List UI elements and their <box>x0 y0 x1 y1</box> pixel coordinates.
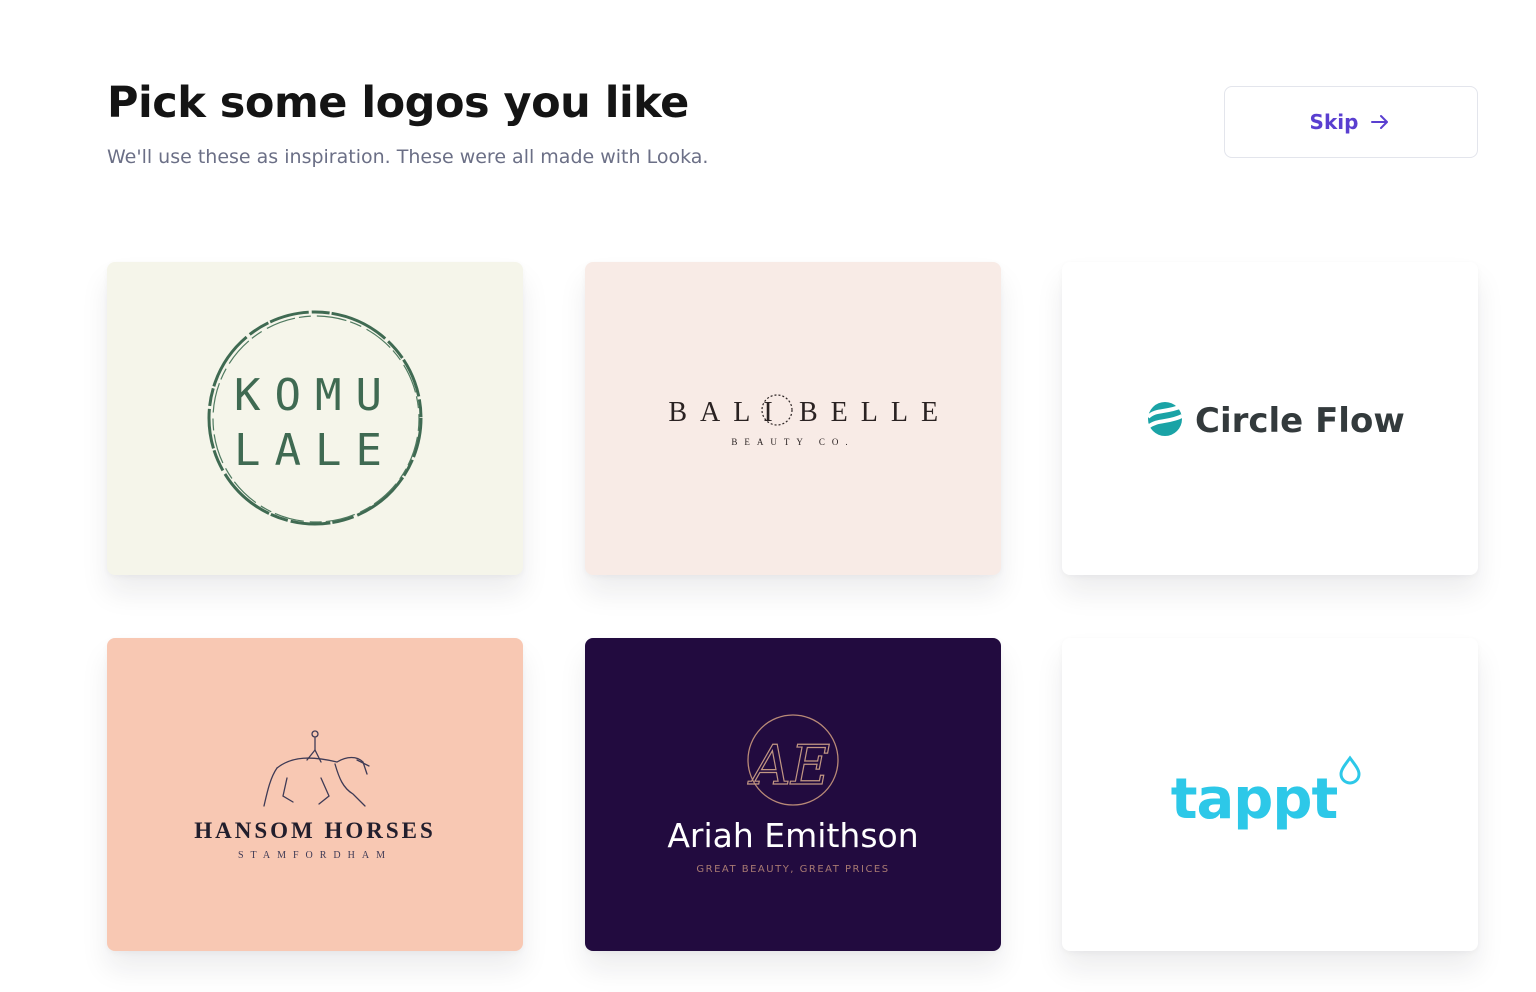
logo-card-tappt[interactable]: tappt <box>1062 638 1478 951</box>
bali-belle-word2: BELLE <box>799 397 951 428</box>
komu-lale-line2: LALE <box>234 425 396 476</box>
tappt-name: tappt <box>1171 767 1338 832</box>
page-title: Pick some logos you like <box>107 78 689 128</box>
ariah-monogram: AE <box>747 734 830 797</box>
hansom-horses-tagline: STAMFORDHAM <box>238 850 392 861</box>
komu-lale-line1: KOMU <box>234 370 396 421</box>
logo-card-ariah-emithson[interactable]: AE Ariah Emithson GREAT BEAUTY, GREAT PR… <box>585 638 1001 951</box>
logo-card-komu-lale[interactable]: KOMU LALE <box>107 262 523 575</box>
drop-icon <box>1339 755 1361 785</box>
ariah-emithson-name: Ariah Emithson <box>667 816 918 855</box>
circle-flow-logo: Circle Flow <box>1146 401 1405 441</box>
komu-lale-logo: KOMU LALE <box>207 310 423 526</box>
circle-flow-name: Circle Flow <box>1195 401 1405 441</box>
circle-flow-icon <box>1146 402 1183 436</box>
logo-card-circle-flow[interactable]: Circle Flow <box>1062 262 1478 575</box>
skip-label: Skip <box>1309 110 1359 134</box>
page-subtitle: We'll use these as inspiration. These we… <box>107 146 709 168</box>
logo-card-hansom-horses[interactable]: HANSOM HORSES STAMFORDHAM <box>107 638 523 951</box>
arrow-right-icon <box>1368 110 1392 134</box>
bali-belle-tagline: BEAUTY CO. <box>731 437 854 447</box>
skip-button[interactable]: Skip <box>1224 86 1478 158</box>
tappt-logo: tappt <box>1171 755 1361 832</box>
horse-rider-icon <box>263 730 370 807</box>
bali-belle-word1: BALI <box>668 397 785 428</box>
hansom-horses-name: HANSOM HORSES <box>194 818 436 843</box>
logo-card-bali-belle[interactable]: BALI BELLE BEAUTY CO. <box>585 262 1001 575</box>
ariah-emithson-logo: AE Ariah Emithson GREAT BEAUTY, GREAT PR… <box>667 714 919 875</box>
ariah-emithson-tagline: GREAT BEAUTY, GREAT PRICES <box>696 864 889 875</box>
hansom-horses-logo: HANSOM HORSES STAMFORDHAM <box>194 730 436 861</box>
bali-belle-logo: BALI BELLE BEAUTY CO. <box>668 394 951 447</box>
